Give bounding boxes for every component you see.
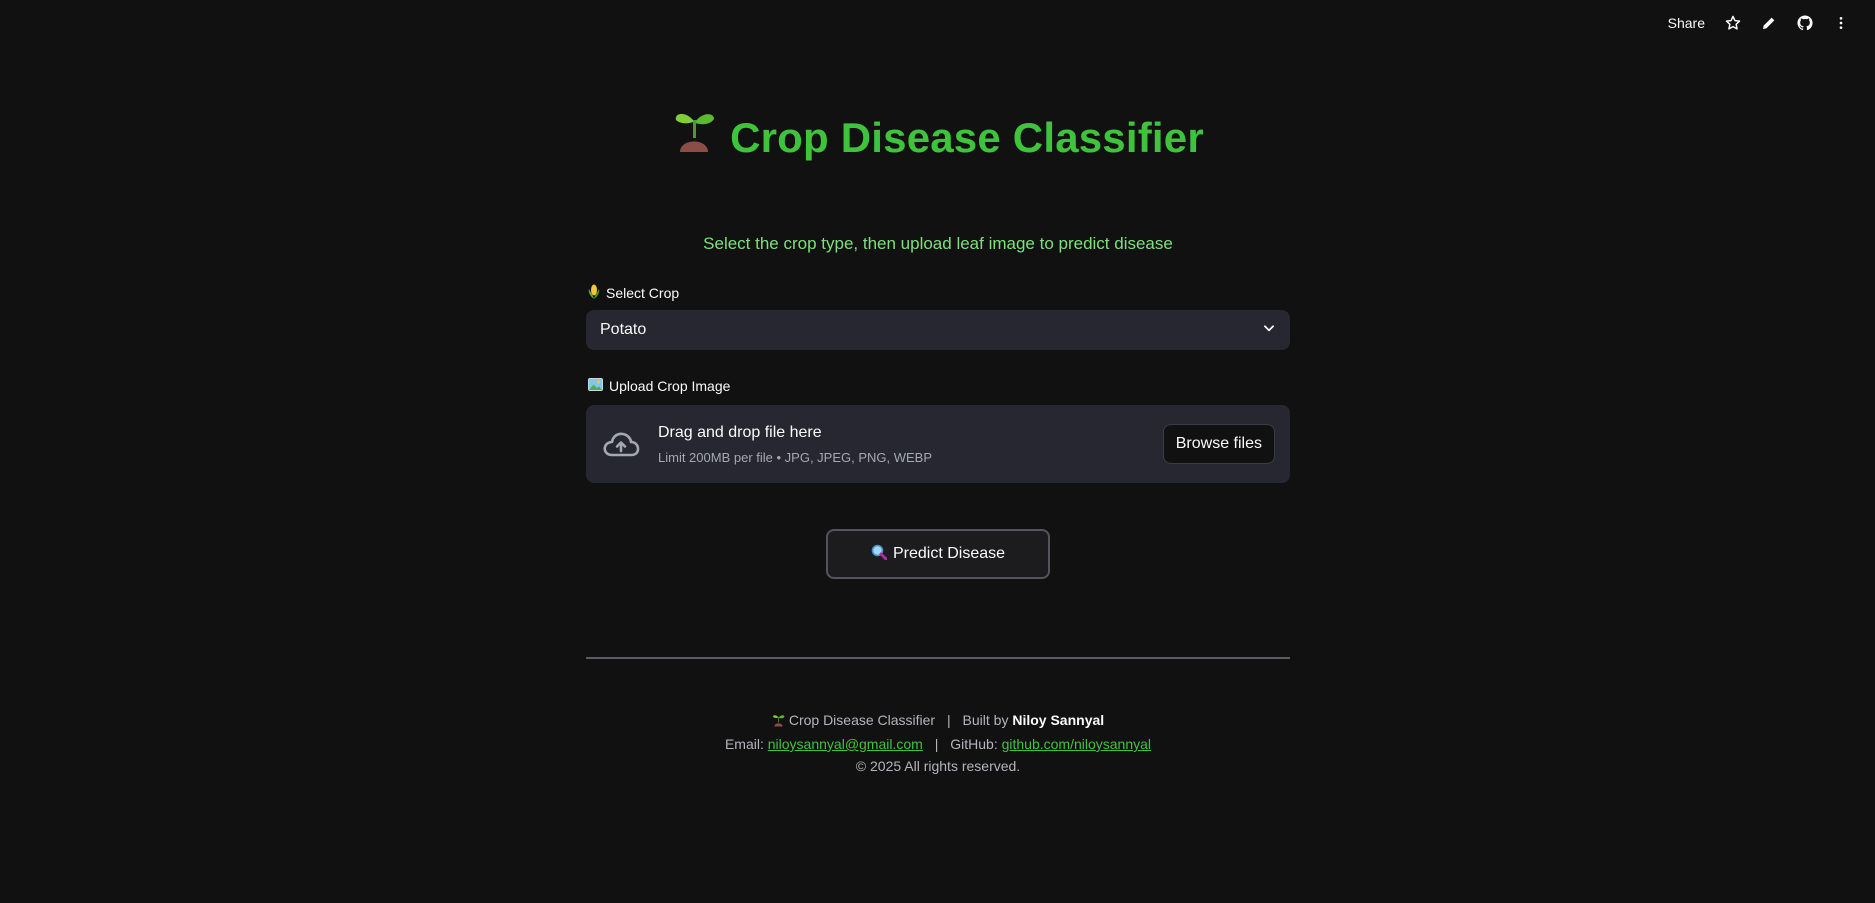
page-title: Crop Disease Classifier bbox=[586, 110, 1290, 166]
upload-label-text: Upload Crop Image bbox=[609, 378, 731, 394]
corn-icon bbox=[588, 284, 600, 302]
footer-line-2: Email: niloysannyal@gmail.com | GitHub: … bbox=[586, 733, 1290, 755]
select-crop-label-text: Select Crop bbox=[606, 285, 680, 301]
share-button[interactable]: Share bbox=[1658, 9, 1715, 37]
cloud-upload-icon bbox=[602, 429, 642, 459]
star-icon[interactable] bbox=[1715, 5, 1751, 41]
footer-github-label: GitHub: bbox=[950, 736, 998, 752]
footer-email-label: Email: bbox=[724, 736, 764, 752]
dropzone-title: Drag and drop file here bbox=[658, 423, 822, 441]
predict-button-label: Predict Disease bbox=[892, 545, 1006, 562]
footer: Crop Disease Classifier | Built by Niloy… bbox=[586, 709, 1290, 777]
select-crop-label: Select Crop bbox=[588, 284, 679, 302]
footer-copyright: © 2025 All rights reserved. bbox=[855, 758, 1021, 774]
pencil-icon[interactable] bbox=[1751, 5, 1787, 41]
crop-select-value: Potato bbox=[600, 321, 647, 338]
upload-label: Upload Crop Image bbox=[588, 378, 730, 394]
dropzone-text: Drag and drop file here Limit 200MB per … bbox=[658, 424, 1163, 465]
file-dropzone[interactable]: Drag and drop file here Limit 200MB per … bbox=[586, 405, 1290, 483]
app-toolbar: Share bbox=[1658, 0, 1875, 46]
picture-icon bbox=[588, 378, 603, 394]
footer-email-link[interactable]: niloysannyal@gmail.com bbox=[768, 736, 923, 752]
predict-disease-button[interactable]: Predict Disease bbox=[826, 529, 1050, 579]
footer-github-link[interactable]: github.com/niloysannyal bbox=[1002, 736, 1151, 752]
footer-app-name: Crop Disease Classifier bbox=[788, 712, 936, 728]
seedling-icon bbox=[672, 108, 716, 166]
magnifier-icon bbox=[871, 544, 888, 565]
browse-files-button[interactable]: Browse files bbox=[1162, 424, 1275, 464]
footer-separator: | bbox=[947, 712, 951, 728]
title-text: Crop Disease Classifier bbox=[730, 114, 1204, 161]
footer-line-1: Crop Disease Classifier | Built by Niloy… bbox=[586, 709, 1290, 733]
page-subtitle: Select the crop type, then upload leaf i… bbox=[703, 234, 1173, 253]
more-vertical-icon[interactable] bbox=[1823, 5, 1859, 41]
seedling-icon bbox=[772, 711, 785, 733]
divider bbox=[586, 657, 1290, 659]
crop-select[interactable]: Potato bbox=[586, 310, 1290, 350]
chevron-down-icon bbox=[1262, 321, 1276, 340]
footer-built-by: Built by bbox=[962, 712, 1009, 728]
footer-separator: | bbox=[934, 736, 939, 752]
footer-author: Niloy Sannyal bbox=[1012, 712, 1105, 728]
dropzone-limit: Limit 200MB per file • JPG, JPEG, PNG, W… bbox=[658, 449, 933, 465]
github-icon[interactable] bbox=[1787, 5, 1823, 41]
